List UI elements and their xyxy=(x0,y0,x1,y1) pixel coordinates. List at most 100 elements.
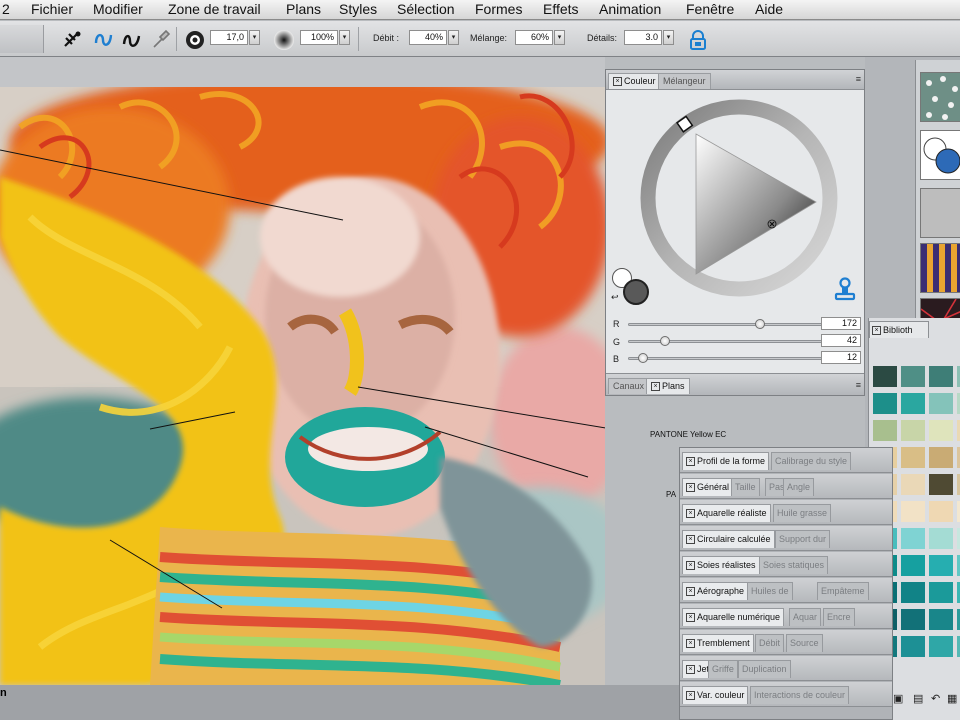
close-icon[interactable]: × xyxy=(686,665,695,675)
b-slider[interactable] xyxy=(628,353,824,363)
close-icon[interactable]: × xyxy=(686,457,695,467)
menu-styles[interactable]: Styles xyxy=(339,1,377,17)
menu-selection[interactable]: Sélection xyxy=(397,1,455,17)
delete-icon[interactable]: ▦ xyxy=(947,692,960,706)
color-swatch[interactable] xyxy=(901,636,925,657)
color-swatch[interactable] xyxy=(929,555,953,576)
color-swatch[interactable] xyxy=(901,555,925,576)
color-swatch[interactable] xyxy=(901,366,925,387)
color-swatch[interactable] xyxy=(929,447,953,468)
debit-field[interactable]: 40% xyxy=(409,30,447,45)
color-swatch[interactable] xyxy=(929,420,953,441)
g-slider[interactable] xyxy=(628,336,824,346)
variant-tab-inactive[interactable]: Encre xyxy=(823,608,855,626)
color-swatch[interactable] xyxy=(929,636,953,657)
color-swatch[interactable] xyxy=(873,366,897,387)
variant-tab-active[interactable]: × Profil de la forme xyxy=(682,452,770,470)
variant-tab-inactive[interactable]: Huiles de xyxy=(747,582,793,600)
variant-tab-active[interactable]: × Var. couleur xyxy=(682,686,749,704)
details-field[interactable]: 3.0 xyxy=(624,30,662,45)
color-swatch[interactable] xyxy=(901,501,925,522)
variant-tab-inactive[interactable]: Soies statiques xyxy=(759,556,829,574)
brush-size-field[interactable]: 17,0 xyxy=(210,30,248,45)
variant-tab-active[interactable]: × Aérographe xyxy=(682,582,749,600)
stroke-freehand-icon[interactable] xyxy=(93,29,115,51)
close-icon[interactable]: × xyxy=(686,613,695,623)
menu-aide[interactable]: Aide xyxy=(755,1,783,17)
variant-tab-inactive[interactable]: Débit xyxy=(755,634,785,652)
color-swatch[interactable] xyxy=(929,366,953,387)
stroke-curve-icon[interactable] xyxy=(121,29,143,51)
color-swatch[interactable] xyxy=(929,501,953,522)
variant-tab-active[interactable]: × Général xyxy=(682,478,734,496)
melange-dropdown[interactable]: ▾ xyxy=(554,30,565,45)
g-slider-thumb[interactable] xyxy=(659,336,670,346)
color-swatch[interactable] xyxy=(929,609,953,630)
close-icon[interactable]: × xyxy=(686,691,695,701)
color-swatch[interactable] xyxy=(901,609,925,630)
variant-tab-active[interactable]: × Aquarelle numérique xyxy=(682,608,785,626)
lock-icon[interactable] xyxy=(687,29,709,51)
opacity-field[interactable]: 100% xyxy=(300,30,338,45)
menu-zone-de-travail[interactable]: Zone de travail xyxy=(168,1,261,17)
tab-melangeur[interactable]: Mélangeur xyxy=(658,73,711,89)
color-swatch[interactable] xyxy=(901,582,925,603)
variant-tab-inactive[interactable]: Huile grasse xyxy=(773,504,832,522)
r-slider-thumb[interactable] xyxy=(754,319,765,329)
variant-tab-active[interactable]: × Circulaire calculée xyxy=(682,530,775,548)
app-menu-fragment[interactable]: 2 xyxy=(2,1,10,17)
panel-menu-icon[interactable]: ≡ xyxy=(856,74,861,84)
color-swatch[interactable] xyxy=(929,474,953,495)
color-swatch[interactable] xyxy=(929,528,953,549)
opacity-dropdown[interactable]: ▾ xyxy=(339,30,350,45)
details-dropdown[interactable]: ▾ xyxy=(663,30,674,45)
brush-size-dropdown[interactable]: ▾ xyxy=(249,30,260,45)
painting-canvas[interactable]: PANTONE Yellow EC xyxy=(0,87,605,685)
variant-tab-inactive[interactable]: Griffe xyxy=(708,660,738,678)
close-icon[interactable]: × xyxy=(686,561,695,571)
new-library-icon[interactable]: ▣ xyxy=(893,692,907,706)
paper-texture-swatch[interactable] xyxy=(920,188,960,238)
variant-tab-inactive[interactable]: Source xyxy=(786,634,823,652)
r-slider[interactable] xyxy=(628,319,824,329)
menu-fenetre[interactable]: Fenêtre xyxy=(686,1,734,17)
color-swatch[interactable] xyxy=(873,420,897,441)
g-value-field[interactable]: 42 xyxy=(821,334,861,347)
close-icon[interactable]: × xyxy=(613,77,622,87)
variant-tab-inactive[interactable]: Angle xyxy=(783,478,815,496)
color-set-swatch[interactable] xyxy=(920,130,960,180)
tab-couleur[interactable]: × Couleur xyxy=(608,73,661,89)
swap-colors-icon[interactable]: ↩ xyxy=(611,292,619,303)
variant-tab-inactive[interactable]: Support dur xyxy=(775,530,831,548)
close-icon[interactable]: × xyxy=(686,587,695,597)
variant-tab-inactive[interactable]: Aquar xyxy=(789,608,822,626)
menu-modifier[interactable]: Modifier xyxy=(93,1,143,17)
b-value-field[interactable]: 12 xyxy=(821,351,861,364)
close-icon[interactable]: × xyxy=(686,483,695,493)
variant-tab-inactive[interactable]: Taille xyxy=(731,478,760,496)
close-icon[interactable]: × xyxy=(686,535,695,545)
tab-canaux[interactable]: Canaux xyxy=(608,378,650,394)
color-swatch[interactable] xyxy=(929,393,953,414)
color-swatch[interactable] xyxy=(901,447,925,468)
undo-icon[interactable]: ↶ xyxy=(931,692,945,706)
dab-brush-icon[interactable] xyxy=(62,29,84,51)
brush-eraser-icon[interactable] xyxy=(150,29,172,51)
variant-tab-active[interactable]: × Soies réalistes xyxy=(682,556,760,574)
variant-tab-inactive[interactable]: Duplication xyxy=(738,660,791,678)
panel-menu-icon[interactable]: ≡ xyxy=(856,380,861,390)
b-slider-thumb[interactable] xyxy=(637,353,648,363)
close-icon[interactable]: × xyxy=(872,326,881,336)
color-swatch[interactable] xyxy=(901,393,925,414)
melange-field[interactable]: 60% xyxy=(515,30,553,45)
variant-tab-inactive[interactable]: Interactions de couleur xyxy=(750,686,850,704)
color-swatch[interactable] xyxy=(901,528,925,549)
menu-fichier[interactable]: Fichier xyxy=(31,1,73,17)
variant-tab-inactive[interactable]: Calibrage du style xyxy=(771,452,852,470)
variant-tab-inactive[interactable]: Empâteme xyxy=(817,582,869,600)
color-swatch[interactable] xyxy=(929,582,953,603)
close-icon[interactable]: × xyxy=(686,639,695,649)
toolbar-grip[interactable] xyxy=(0,25,44,53)
paper-floral-swatch[interactable] xyxy=(920,72,960,122)
pattern-plaid-swatch[interactable] xyxy=(920,243,960,293)
